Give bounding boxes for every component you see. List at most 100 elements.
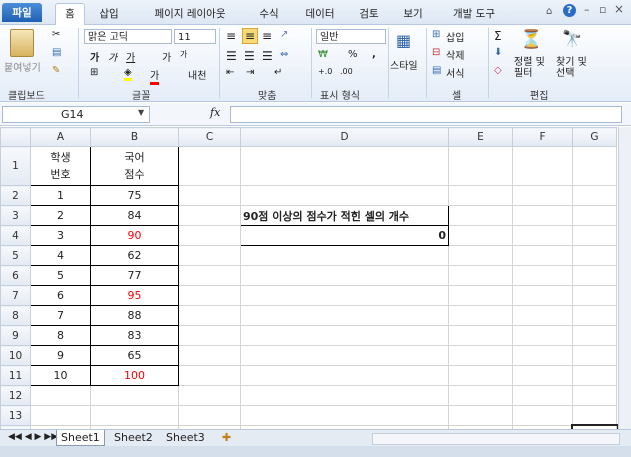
font-color-button[interactable]: 가: [150, 67, 160, 85]
cell-g[interactable]: [572, 305, 617, 326]
cell-g[interactable]: [572, 265, 617, 286]
comma-button[interactable]: ,: [372, 49, 376, 60]
column-header-g[interactable]: G: [572, 127, 617, 147]
find-select-icon[interactable]: 🔭: [562, 29, 582, 48]
cell-c[interactable]: [178, 185, 241, 206]
cell-c[interactable]: [178, 345, 241, 366]
cell-a[interactable]: 9: [30, 345, 91, 366]
tab-insert[interactable]: 삽입: [94, 4, 124, 24]
increase-indent-icon[interactable]: ⇥: [246, 67, 254, 78]
cell-a[interactable]: 2: [30, 205, 91, 226]
cell-e[interactable]: [448, 185, 513, 206]
font-size-select[interactable]: 11: [174, 29, 216, 44]
cell-f[interactable]: [512, 205, 573, 226]
percent-button[interactable]: %: [348, 49, 358, 60]
insert-cells-icon[interactable]: ⊞: [432, 29, 440, 40]
cell-f[interactable]: [512, 365, 573, 386]
align-left-icon[interactable]: ☰: [226, 49, 237, 63]
window-minimize-button[interactable]: –: [584, 3, 590, 16]
cell-e[interactable]: [448, 146, 513, 186]
cell-a[interactable]: 학생 번호: [30, 146, 91, 186]
cell-e[interactable]: [448, 265, 513, 286]
shrink-font-button[interactable]: 가: [180, 49, 187, 60]
cell-g[interactable]: [572, 385, 617, 406]
format-cells-button[interactable]: 서식: [446, 65, 464, 80]
cell-d[interactable]: [240, 245, 449, 266]
cell-b[interactable]: 65: [90, 345, 179, 366]
cell-b[interactable]: 88: [90, 305, 179, 326]
fill-color-icon[interactable]: ◈: [124, 67, 132, 81]
cell-d[interactable]: [240, 405, 449, 426]
tab-home[interactable]: 홈: [55, 3, 85, 25]
column-header-d[interactable]: D: [240, 127, 449, 147]
cell-e[interactable]: [448, 385, 513, 406]
cell-f[interactable]: [512, 405, 573, 426]
align-center-icon[interactable]: ☰: [244, 49, 255, 63]
find-select-button[interactable]: 찾기 및 선택: [556, 57, 592, 79]
cell-g[interactable]: [572, 225, 617, 246]
cell-d[interactable]: [240, 146, 449, 186]
cell-e[interactable]: [448, 405, 513, 426]
row-header[interactable]: 11: [0, 365, 31, 386]
cell-a[interactable]: 7: [30, 305, 91, 326]
cell-d[interactable]: 90점 이상의 점수가 적힌 셀의 개수: [240, 205, 449, 226]
cell-c[interactable]: [178, 205, 241, 226]
row-header[interactable]: 13: [0, 405, 31, 426]
cell-a[interactable]: 4: [30, 245, 91, 266]
sheet-tab-2[interactable]: Sheet2: [110, 430, 157, 445]
cell-f[interactable]: [512, 385, 573, 406]
row-header[interactable]: 1: [0, 146, 31, 186]
window-restore-button[interactable]: ▫: [599, 3, 606, 16]
align-top-icon[interactable]: ≡: [226, 29, 236, 43]
cell-c[interactable]: [178, 285, 241, 306]
cell-a[interactable]: [30, 405, 91, 426]
clear-icon[interactable]: ◇: [494, 65, 502, 76]
font-name-select[interactable]: 맑은 고딕: [84, 29, 172, 44]
cell-f[interactable]: [512, 265, 573, 286]
sheet-nav-icon[interactable]: ◀◀ ◀ ▶ ▶▶: [4, 430, 62, 445]
cell-f[interactable]: [512, 245, 573, 266]
currency-icon[interactable]: ₩: [318, 49, 328, 60]
sort-filter-icon[interactable]: ⏳: [520, 29, 542, 50]
cell-g[interactable]: [572, 285, 617, 306]
column-header-f[interactable]: F: [512, 127, 573, 147]
row-header[interactable]: 6: [0, 265, 31, 286]
cell-f[interactable]: [512, 146, 573, 186]
cell-e[interactable]: [448, 325, 513, 346]
cell-b[interactable]: [90, 385, 179, 406]
align-middle-icon[interactable]: ≡: [242, 28, 259, 44]
cell-a[interactable]: 1: [30, 185, 91, 206]
window-close-button[interactable]: ×: [614, 2, 624, 16]
cell-a[interactable]: 6: [30, 285, 91, 306]
cell-g[interactable]: [572, 245, 617, 266]
cell-e[interactable]: [448, 205, 513, 226]
column-header-a[interactable]: A: [30, 127, 91, 147]
cell-b[interactable]: [90, 405, 179, 426]
cell-c[interactable]: [178, 385, 241, 406]
cell-f[interactable]: [512, 345, 573, 366]
cell-d[interactable]: [240, 345, 449, 366]
cell-c[interactable]: [178, 405, 241, 426]
cell-c[interactable]: [178, 325, 241, 346]
cell-b[interactable]: 95: [90, 285, 179, 306]
cell-b[interactable]: 75: [90, 185, 179, 206]
cell-f[interactable]: [512, 285, 573, 306]
insert-cells-button[interactable]: 삽입: [446, 29, 464, 44]
tab-data[interactable]: 데이터: [300, 4, 340, 24]
cell-f[interactable]: [512, 305, 573, 326]
underline-button[interactable]: 가: [126, 49, 135, 64]
merge-center-icon[interactable]: ⇔: [280, 49, 288, 60]
cell-b[interactable]: 77: [90, 265, 179, 286]
cell-c[interactable]: [178, 365, 241, 386]
grow-font-button[interactable]: 가: [162, 49, 171, 64]
cell-b[interactable]: 90: [90, 225, 179, 246]
delete-cells-button[interactable]: 삭제: [446, 47, 464, 62]
cell-a[interactable]: [30, 385, 91, 406]
align-right-icon[interactable]: ☰: [262, 49, 273, 63]
format-painter-icon[interactable]: ✎: [52, 65, 60, 76]
row-header[interactable]: 10: [0, 345, 31, 366]
decrease-indent-icon[interactable]: ⇤: [226, 67, 234, 78]
cell-e[interactable]: [448, 285, 513, 306]
name-box-dropdown-icon[interactable]: ▼: [138, 108, 144, 117]
cell-g[interactable]: [572, 365, 617, 386]
